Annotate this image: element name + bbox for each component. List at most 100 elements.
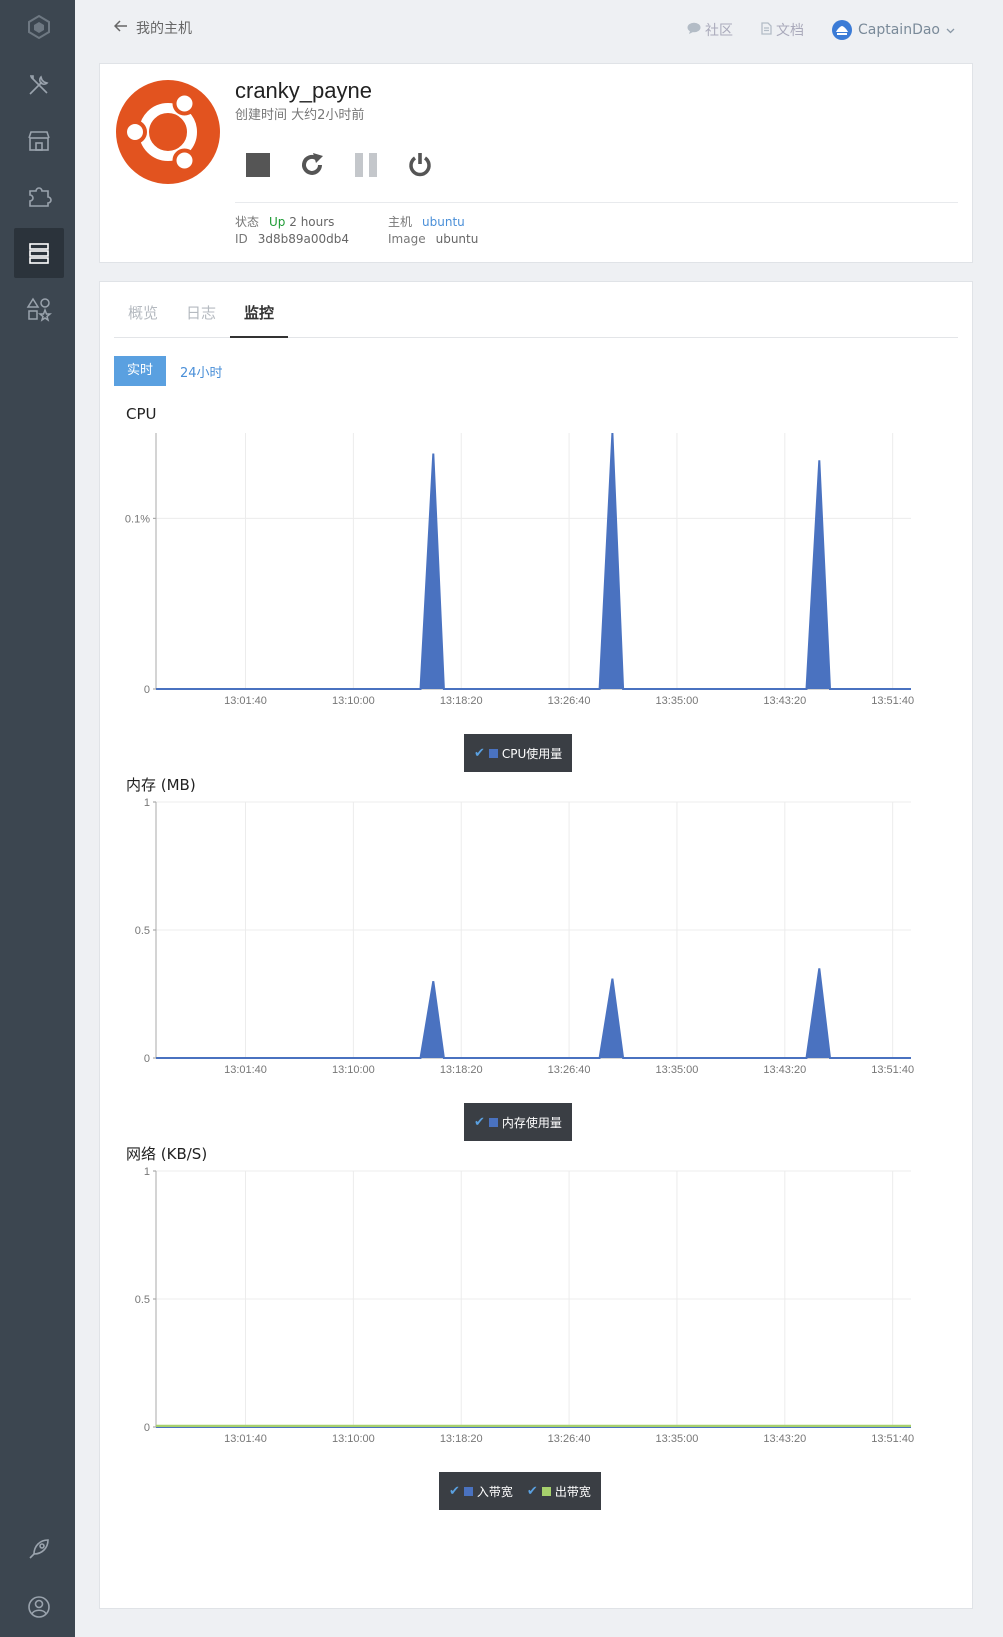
status-block: 状态 Up 2 hours ID 3d8b89a00db4 <box>235 215 350 246</box>
x-tick-label: 13:43:20 <box>763 695 806 707</box>
servers-icon[interactable] <box>14 228 64 278</box>
x-tick-label: 13:10:00 <box>332 1433 375 1445</box>
series-area-0 <box>156 968 911 1058</box>
x-tick-label: 13:01:40 <box>224 1433 267 1445</box>
x-tick-label: 13:51:40 <box>871 1064 914 1076</box>
brand-logo-icon[interactable] <box>14 2 64 52</box>
x-tick-label: 13:18:20 <box>440 695 483 707</box>
checkmark-icon: ✔ <box>474 1114 485 1130</box>
pause-button[interactable] <box>353 152 379 178</box>
legend-item[interactable]: ✔ 入带宽 <box>449 1483 513 1500</box>
x-tick-label: 13:26:40 <box>548 695 591 707</box>
grid <box>156 433 911 690</box>
container-id: 3d8b89a00db4 <box>257 232 350 246</box>
x-tick-label: 13:43:20 <box>763 1064 806 1076</box>
rocket-icon[interactable] <box>14 1524 64 1574</box>
y-tick-label: 0 <box>144 684 150 696</box>
host-block: 主机 ubuntu Image ubuntu <box>388 215 479 246</box>
checkmark-icon: ✔ <box>526 1483 538 1499</box>
series-line-0 <box>156 968 911 1059</box>
x-tick-label: 13:35:00 <box>656 695 699 707</box>
x-tick-label: 13:10:00 <box>332 1064 375 1076</box>
legend-label: 入带宽 <box>476 1484 513 1499</box>
x-tick-label: 13:26:40 <box>548 1064 591 1076</box>
time-range: 实时 24小时 <box>114 356 223 386</box>
x-tick-label: 13:18:20 <box>440 1064 483 1076</box>
cpu-chart-title: CPU <box>126 405 157 423</box>
x-tick-label: 13:01:40 <box>224 695 267 707</box>
legend-item[interactable]: ✔ 内存使用量 <box>474 1114 562 1131</box>
x-tick-label: 13:26:40 <box>548 1433 591 1445</box>
sidebar <box>0 0 75 1637</box>
y-tick-label: 0.1% <box>125 513 150 525</box>
y-tick-label: 0 <box>144 1422 150 1434</box>
y-tick-label: 1 <box>144 797 150 809</box>
y-tick-label: 0.5 <box>135 1294 150 1306</box>
monitor-card: 概览 日志 监控 实时 24小时 CPU 13:01:40 13:10:00 13:… <box>99 281 973 1609</box>
24h-link[interactable]: 24小时 <box>180 362 223 381</box>
container-actions <box>245 152 433 178</box>
legend-swatch <box>463 1486 473 1496</box>
network-chart: 13:01:40 13:10:00 13:18:20 13:26:40 13:35:00… <box>135 1166 914 1445</box>
tab-monitor[interactable]: 监控 <box>230 300 289 338</box>
shapes-icon[interactable] <box>14 284 64 334</box>
y-tick-label: 0.5 <box>135 925 150 937</box>
checkmark-icon: ✔ <box>449 1483 460 1499</box>
series-area-0 <box>156 433 911 689</box>
puzzle-icon[interactable] <box>14 172 64 222</box>
status-duration: 2 hours <box>289 215 335 229</box>
tab-logs[interactable]: 日志 <box>172 300 230 338</box>
legend-label: 出带宽 <box>554 1484 591 1499</box>
container-info-card: cranky_payne 创建时间 大约2小时前 状态 Up 2 hours ID… <box>99 63 973 263</box>
arrow-left-icon <box>113 20 128 36</box>
x-tick-label: 13:51:40 <box>871 695 914 707</box>
created-time: 创建时间 大约2小时前 <box>235 108 365 123</box>
memory-chart: 13:01:40 13:10:00 13:18:20 13:26:40 13:35:00… <box>135 797 914 1076</box>
network-legend: ✔ 入带宽 ✔ 出带宽 <box>439 1472 601 1510</box>
legend-swatch <box>541 1486 551 1496</box>
realtime-button[interactable]: 实时 <box>114 356 167 386</box>
user-menu[interactable]: CaptainDao <box>832 20 955 40</box>
store-icon[interactable] <box>14 116 64 166</box>
x-tick-label: 13:01:40 <box>224 1064 267 1076</box>
tools-icon[interactable] <box>14 60 64 110</box>
x-tick-label: 13:43:20 <box>763 1433 806 1445</box>
user-profile-icon[interactable] <box>14 1582 64 1632</box>
status-up: Up <box>269 215 286 229</box>
x-tick-label: 13:18:20 <box>440 1433 483 1445</box>
document-icon <box>761 21 772 39</box>
docs-link[interactable]: 文档 <box>761 20 804 40</box>
memory-legend: ✔ 内存使用量 <box>464 1103 572 1141</box>
info-divider <box>235 202 958 203</box>
host-link[interactable]: ubuntu <box>422 215 465 229</box>
legend-item[interactable]: ✔ 出带宽 <box>527 1483 591 1500</box>
back-label: 我的主机 <box>136 21 192 37</box>
cpu-chart: 13:01:40 13:10:00 13:18:20 13:26:40 13:35:00… <box>125 432 914 707</box>
chat-bubble-icon <box>687 22 701 38</box>
memory-chart-title: 内存 (MB) <box>126 776 196 794</box>
image-name: ubuntu <box>435 232 479 246</box>
network-chart-title: 网络 (KB/S) <box>126 1145 208 1163</box>
restart-button[interactable] <box>299 152 325 178</box>
tab-bar: 概览 日志 监控 <box>114 300 958 338</box>
legend-label: 内存使用量 <box>501 1115 562 1130</box>
grid <box>156 1170 911 1428</box>
legend-item[interactable]: ✔ CPU使用量 <box>474 745 562 762</box>
user-avatar <box>832 20 852 40</box>
stop-button[interactable] <box>245 152 271 178</box>
x-tick-label: 13:51:40 <box>871 1433 914 1445</box>
top-nav: 社区 文档 CaptainDao <box>687 20 955 40</box>
series-line-0 <box>156 432 911 690</box>
community-link[interactable]: 社区 <box>687 20 733 40</box>
grid <box>156 801 911 1059</box>
x-tick-label: 13:35:00 <box>656 1433 699 1445</box>
x-tick-label: 13:10:00 <box>332 695 375 707</box>
ubuntu-logo <box>116 80 220 184</box>
power-button[interactable] <box>407 152 433 178</box>
y-tick-label: 0 <box>144 1053 150 1065</box>
back-link[interactable]: 我的主机 <box>113 18 192 38</box>
container-name: cranky_payne <box>235 78 372 103</box>
cpu-legend: ✔ CPU使用量 <box>464 734 573 772</box>
tab-overview[interactable]: 概览 <box>114 300 172 338</box>
checkmark-icon: ✔ <box>474 745 485 761</box>
